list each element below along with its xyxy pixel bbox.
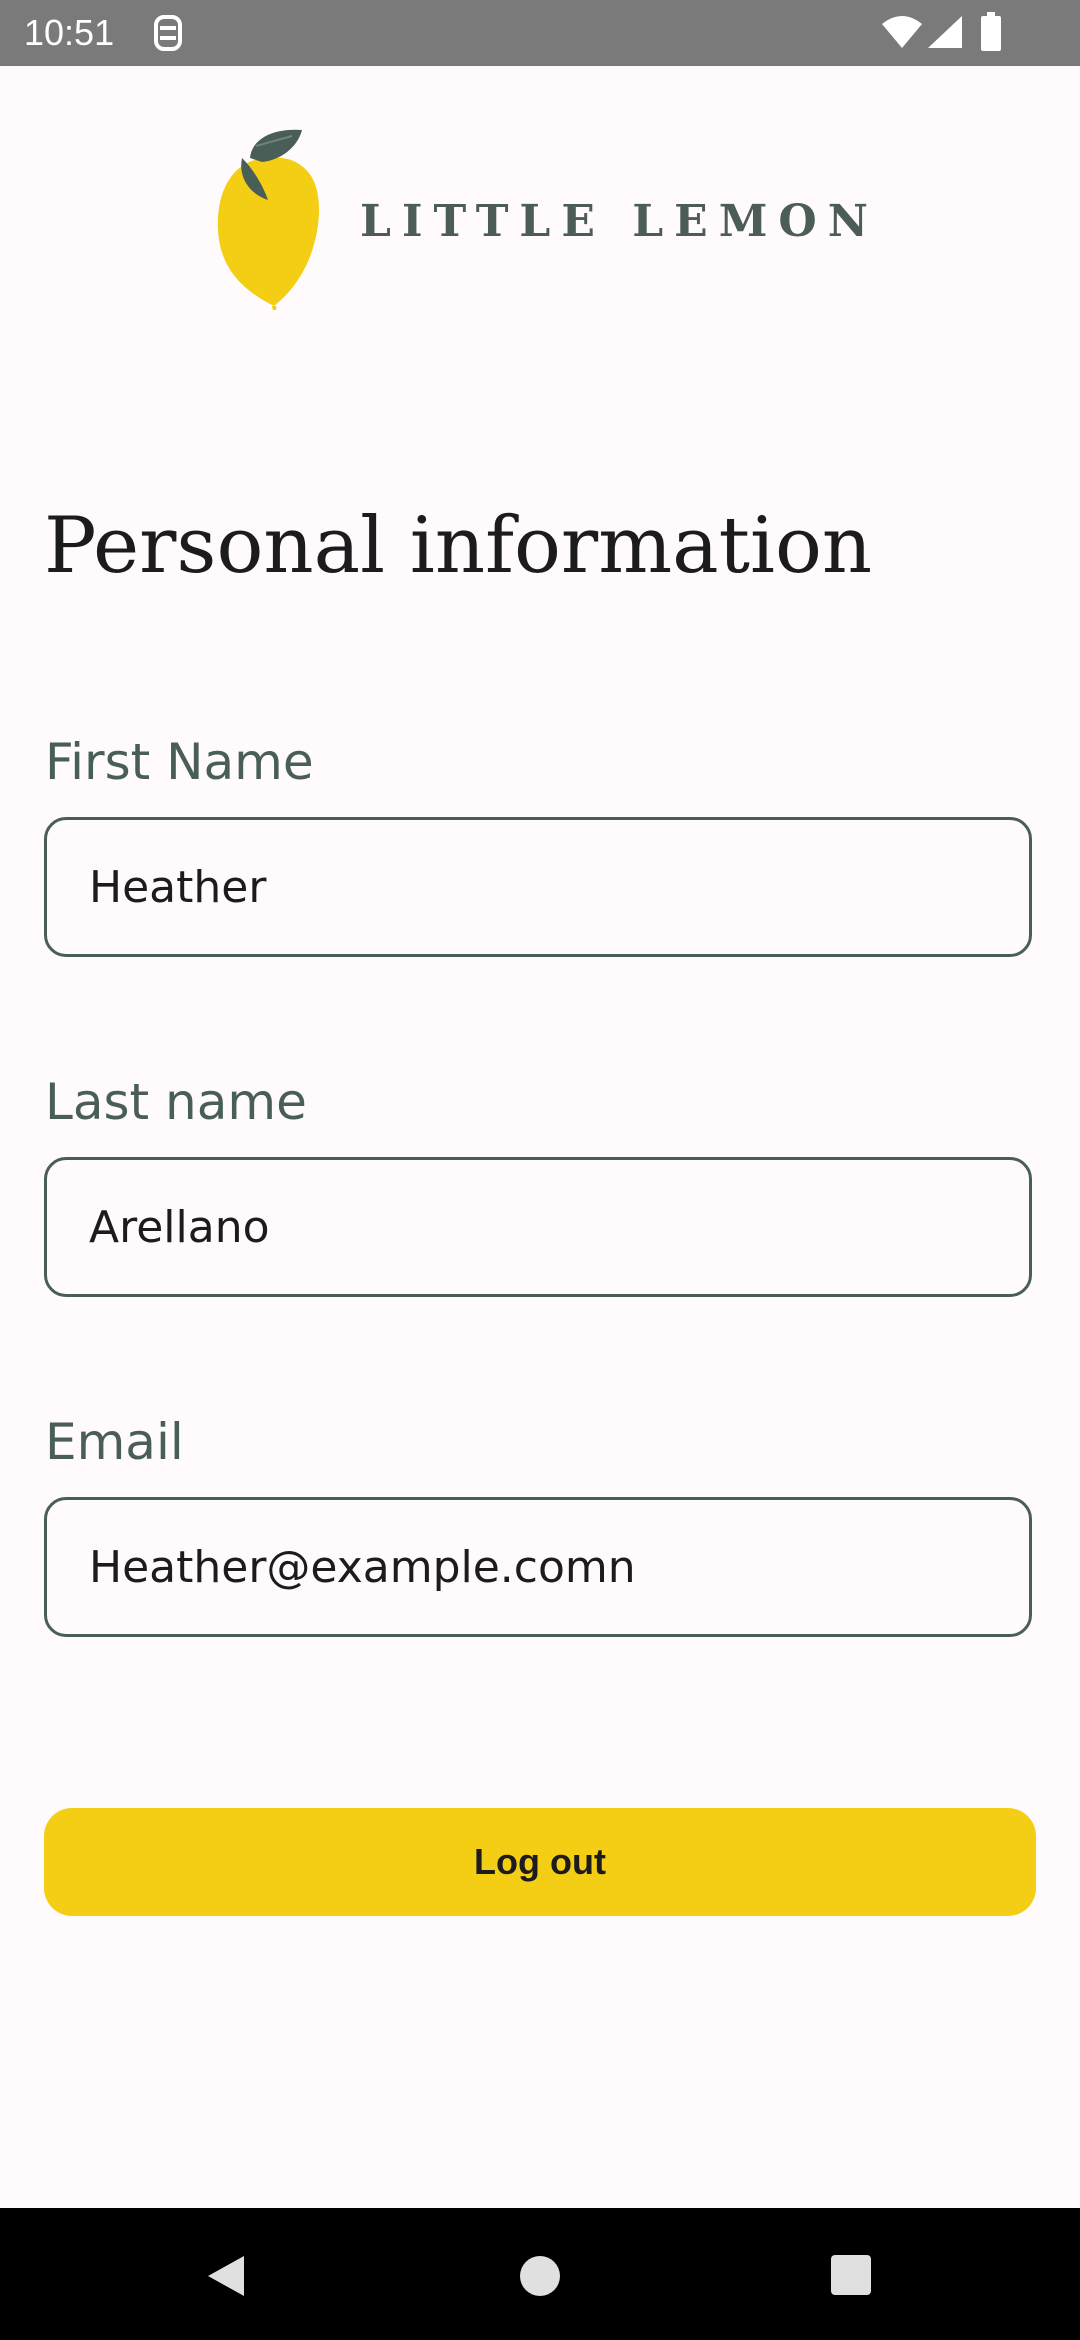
last-name-label: Last name [45,1073,307,1131]
logout-button[interactable]: Log out [44,1808,1036,1916]
signal-icon [928,16,962,48]
last-name-field[interactable] [44,1157,1032,1297]
first-name-label: First Name [45,733,314,791]
battery-icon [981,12,1001,51]
status-bar: 10:51 [0,0,1080,66]
lemon-icon [217,129,320,310]
recents-icon[interactable] [830,2254,872,2296]
navigation-bar [0,2208,1080,2340]
status-time: 10:51 [24,12,115,53]
first-name-input[interactable] [89,820,989,954]
notification-icon [154,15,182,51]
last-name-input[interactable] [89,1160,989,1294]
email-field[interactable] [44,1497,1032,1637]
home-icon[interactable] [518,2254,562,2298]
wifi-icon [882,16,922,48]
little-lemon-logo: LITTLE LEMON [212,128,872,310]
email-label: Email [45,1413,184,1471]
email-input[interactable] [89,1500,989,1634]
first-name-field[interactable] [44,817,1032,957]
page-title: Personal information [44,501,873,591]
back-icon[interactable] [204,2252,248,2300]
logo-text: LITTLE LEMON [360,196,879,247]
